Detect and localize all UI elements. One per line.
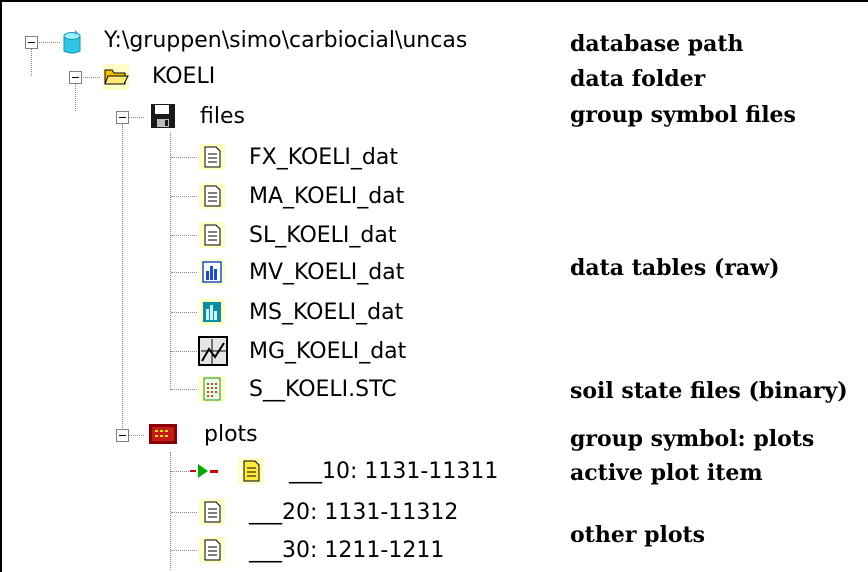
annotation-soil-state-files: soil state files (binary) <box>570 378 848 404</box>
floppy-disk-icon <box>150 103 176 129</box>
bar-chart-blue-icon <box>199 259 225 285</box>
tree-line <box>31 47 32 76</box>
document-icon <box>199 499 225 525</box>
tree-line <box>171 512 197 513</box>
document-icon <box>199 183 225 209</box>
document-icon <box>199 222 225 248</box>
tree-line <box>171 312 197 313</box>
tree-line <box>171 235 197 236</box>
tree-node-label: Y:\gruppen\simo\carbiocial\uncas <box>104 28 468 53</box>
tree-line <box>122 124 123 436</box>
grid-document-green-icon <box>199 376 225 402</box>
annotation-data-tables-raw: data tables (raw) <box>570 255 780 281</box>
annotation-data-folder: data folder <box>570 66 706 92</box>
tree-node-label: ___10: 1131-11311 <box>289 459 499 484</box>
document-icon <box>199 537 225 563</box>
tree-node-label: plots <box>204 422 258 447</box>
tree-line <box>171 550 197 551</box>
document-yellow-icon <box>238 458 264 484</box>
tree-node-label: ___30: 1211-1211 <box>249 538 445 563</box>
collapse-toggle[interactable] <box>69 71 82 84</box>
tree-line <box>171 157 197 158</box>
tree-node-label: S__KOELI.STC <box>249 377 397 402</box>
tree-line <box>128 435 144 436</box>
tree-line <box>128 117 144 118</box>
tree-node-label: MV_KOELI_dat <box>249 260 405 285</box>
tree-line <box>171 471 191 472</box>
tree-node-label: files <box>200 104 245 129</box>
tree-line <box>75 84 76 111</box>
collapse-toggle[interactable] <box>116 429 129 442</box>
tree-node-label: MA_KOELI_dat <box>249 184 405 209</box>
folder-open-icon <box>103 64 129 90</box>
annotation-database-path: database path <box>570 31 744 57</box>
tree-node-label: MG_KOELI_dat <box>249 339 407 364</box>
tree-node-label: SL_KOELI_dat <box>249 223 397 248</box>
bar-chart-teal-icon <box>199 299 225 325</box>
annotation-other-plots: other plots <box>570 522 706 548</box>
tree-line <box>171 351 197 352</box>
tree-line <box>171 389 197 390</box>
active-marker-icon <box>190 461 222 481</box>
tree-view-frame <box>0 0 868 572</box>
database-icon <box>59 29 85 55</box>
tree-node-label: ___20: 1131-11312 <box>249 500 459 525</box>
tree-line <box>171 272 197 273</box>
annotation-group-symbol-plots: group symbol: plots <box>570 426 815 452</box>
graph-curve-icon <box>197 335 229 367</box>
collapse-toggle[interactable] <box>116 111 129 124</box>
annotation-active-plot-item: active plot item <box>570 460 763 486</box>
tree-node-label: MS_KOELI_dat <box>249 300 404 325</box>
tree-line <box>171 196 197 197</box>
annotation-group-symbol-files: group symbol files <box>570 102 796 128</box>
document-icon <box>199 144 225 170</box>
plots-group-icon <box>148 421 178 447</box>
tree-node-label: FX_KOELI_dat <box>249 145 398 170</box>
tree-node-label: KOELI <box>152 64 216 89</box>
tree-line <box>170 452 171 570</box>
collapse-toggle[interactable] <box>25 36 38 49</box>
